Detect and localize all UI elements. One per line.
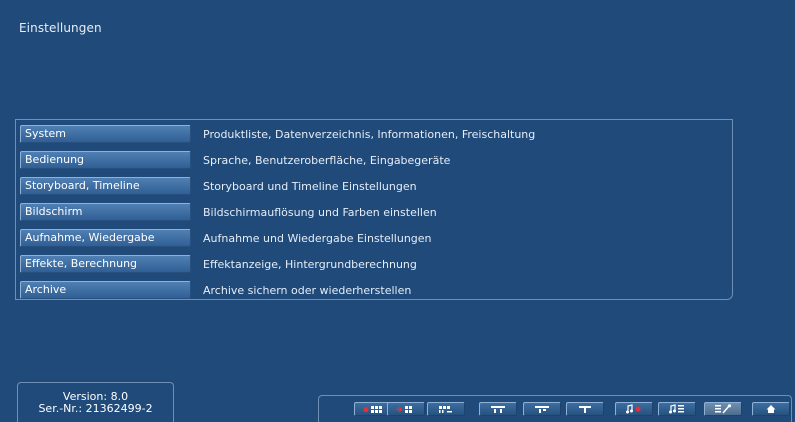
- title-button[interactable]: [566, 402, 604, 416]
- menu-row-bildschirm: Bildschirm Bildschirmauflösung und Farbe…: [20, 203, 437, 221]
- menu-row-aufnahme: Aufnahme, Wiedergabe Aufnahme und Wieder…: [20, 229, 432, 247]
- window-title: Einstellungen: [19, 21, 102, 35]
- audio-edit-button[interactable]: [658, 402, 696, 416]
- effects-button[interactable]: [523, 402, 561, 416]
- transition-button[interactable]: [479, 402, 517, 416]
- settings-button[interactable]: [704, 402, 742, 416]
- settings-tools-icon: [714, 404, 732, 414]
- system-button[interactable]: System: [20, 125, 191, 143]
- effects-icon: [534, 405, 550, 414]
- effekte-berechnung-button[interactable]: Effekte, Berechnung: [20, 255, 191, 273]
- storyboard-timeline-button[interactable]: Storyboard, Timeline: [20, 177, 191, 195]
- bildschirm-description: Bildschirmauflösung und Farben einstelle…: [203, 205, 437, 219]
- bedienung-description: Sprache, Benutzeroberfläche, Eingabegerä…: [203, 153, 451, 167]
- menu-row-storyboard: Storyboard, Timeline Storyboard und Time…: [20, 177, 417, 195]
- settings-menu-panel: System Produktliste, Datenverzeichnis, I…: [15, 119, 733, 300]
- aufnahme-wiedergabe-button[interactable]: Aufnahme, Wiedergabe: [20, 229, 191, 247]
- bildschirm-button[interactable]: Bildschirm: [20, 203, 191, 221]
- audio-edit-icon: [668, 404, 686, 414]
- import-storyboard-icon: [395, 405, 417, 414]
- edit-storyboard-button[interactable]: [427, 402, 465, 416]
- archive-description: Archive sichern oder wiederherstellen: [203, 283, 412, 297]
- home-button[interactable]: [752, 402, 790, 416]
- menu-row-system: System Produktliste, Datenverzeichnis, I…: [20, 125, 535, 143]
- version-info: Version: 8.0 Ser.-Nr.: 21362499-2: [17, 382, 174, 422]
- menu-row-archive: Archive Archive sichern oder wiederherst…: [20, 281, 411, 299]
- audio-record-icon: [625, 404, 643, 414]
- system-description: Produktliste, Datenverzeichnis, Informat…: [203, 127, 536, 141]
- transition-icon: [490, 405, 506, 414]
- home-icon: [766, 404, 776, 414]
- aufnahme-wiedergabe-description: Aufnahme und Wiedergabe Einstellungen: [203, 231, 432, 245]
- title-icon: [577, 405, 593, 414]
- serial-number-label: Ser.-Nr.: 21362499-2: [38, 402, 153, 415]
- edit-storyboard-icon: [437, 405, 455, 414]
- menu-row-effekte: Effekte, Berechnung Effektanzeige, Hinte…: [20, 255, 417, 273]
- menu-row-bedienung: Bedienung Sprache, Benutzeroberfläche, E…: [20, 151, 450, 169]
- bedienung-button[interactable]: Bedienung: [20, 151, 191, 169]
- archive-button[interactable]: Archive: [20, 281, 191, 299]
- record-storyboard-icon: [362, 405, 384, 414]
- storyboard-timeline-description: Storyboard und Timeline Einstellungen: [203, 179, 417, 193]
- import-storyboard-button[interactable]: [387, 402, 425, 416]
- effekte-berechnung-description: Effektanzeige, Hintergrundberechnung: [203, 257, 417, 271]
- audio-record-button[interactable]: [615, 402, 653, 416]
- main-toolbar: [318, 395, 792, 422]
